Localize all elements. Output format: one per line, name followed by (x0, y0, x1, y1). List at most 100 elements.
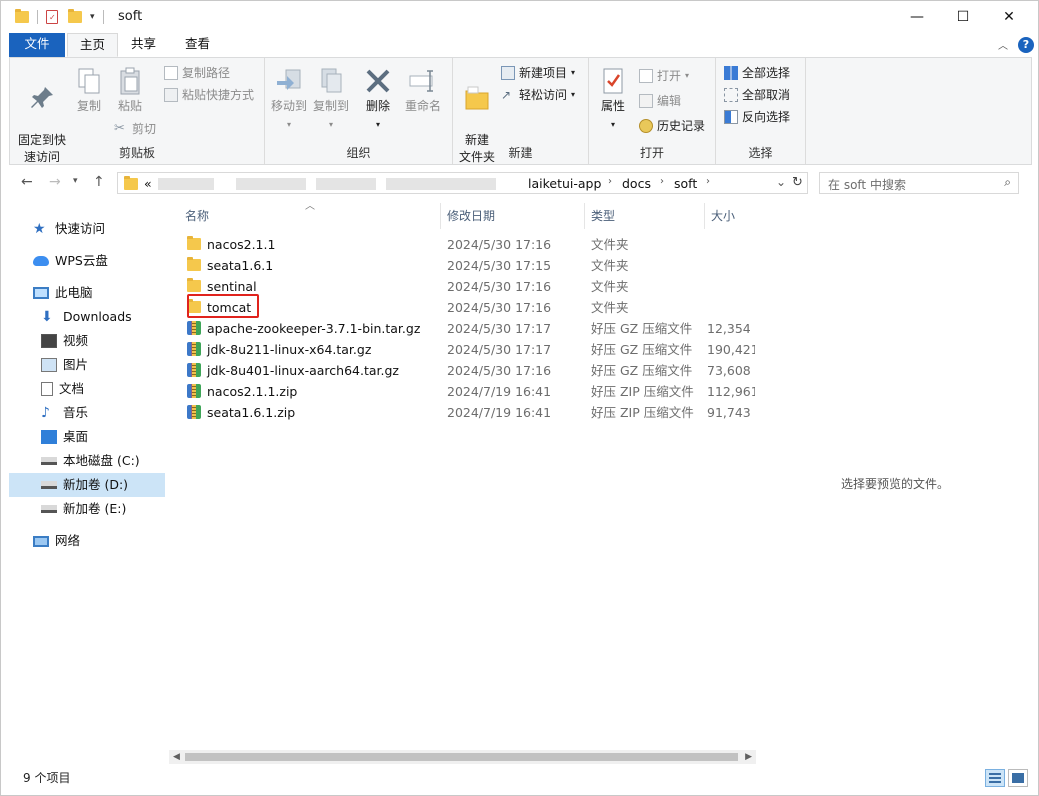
paste-button[interactable]: 粘贴 (110, 62, 150, 115)
close-button[interactable]: ✕ (986, 1, 1032, 32)
properties-icon[interactable]: ✓ (46, 10, 58, 24)
nav-network[interactable]: 网络 (33, 529, 80, 553)
tab-home[interactable]: 主页 (67, 33, 119, 57)
column-size[interactable]: 大小 (711, 205, 735, 227)
file-date: 2024/7/19 16:41 (447, 384, 552, 399)
nav-item[interactable]: 桌面 (41, 425, 88, 449)
properties-button[interactable]: 属性 ▾ (595, 62, 631, 133)
select-none-icon (724, 88, 738, 102)
scrollbar-thumb[interactable] (185, 753, 738, 761)
nav-item[interactable]: 新加卷 (E:) (41, 497, 126, 521)
file-type: 好压 GZ 压缩文件 (591, 321, 693, 336)
file-row[interactable]: nacos2.1.1 2024/5/30 17:16 文件夹 (183, 234, 755, 255)
file-row[interactable]: seata1.6.1.zip 2024/7/19 16:41 好压 ZIP 压缩文件… (183, 402, 755, 423)
nav-item-label: Downloads (63, 309, 132, 324)
open-button[interactable]: 打开 ▾ (639, 66, 689, 86)
copy-path-button[interactable]: 复制路径 (164, 63, 230, 83)
history-icon (639, 119, 653, 133)
file-row[interactable]: apache-zookeeper-3.7.1-bin.tar.gz 2024/5/… (183, 318, 755, 339)
minimize-button[interactable]: — (894, 1, 940, 32)
rename-button[interactable]: 重命名 (401, 62, 445, 115)
file-name: nacos2.1.1.zip (207, 384, 298, 399)
file-row[interactable]: tomcat 2024/5/30 17:16 文件夹 (183, 297, 755, 318)
file-row[interactable]: jdk-8u211-linux-x64.tar.gz 2024/5/30 17:1… (183, 339, 755, 360)
horizontal-scrollbar[interactable]: ◀ ▶ (169, 750, 756, 764)
nav-item-label: 本地磁盘 (C:) (63, 453, 140, 468)
up-arrow-icon[interactable]: ↑ (93, 174, 105, 190)
column-date[interactable]: 修改日期 (447, 205, 495, 227)
move-to-button[interactable]: 移动到 ▾ (269, 62, 309, 133)
collapse-ribbon-icon[interactable]: ︿ (998, 37, 1008, 52)
help-icon[interactable]: ? (1018, 37, 1034, 53)
nav-item[interactable]: 视频 (41, 329, 88, 353)
search-input[interactable]: 在 soft 中搜索 ⌕ (819, 172, 1019, 194)
new-item-button[interactable]: 新建项目 ▾ (501, 63, 575, 83)
customize-toolbar-icon[interactable]: ▾ (90, 12, 95, 22)
paste-shortcut-icon (164, 88, 178, 102)
history-button[interactable]: 历史记录 (639, 116, 705, 136)
network-icon (33, 535, 49, 547)
file-row[interactable]: seata1.6.1 2024/5/30 17:15 文件夹 (183, 255, 755, 276)
column-name[interactable]: 名称 (185, 205, 209, 227)
file-size: 12,354 (707, 321, 751, 336)
delete-icon (366, 69, 390, 93)
tab-file[interactable]: 文件 (9, 33, 65, 57)
large-icons-view-icon (1012, 773, 1024, 783)
file-row[interactable]: jdk-8u401-linux-aarch64.tar.gz 2024/5/30 … (183, 360, 755, 381)
copy-button[interactable]: 复制 (70, 62, 108, 115)
scroll-left-icon[interactable]: ◀ (173, 750, 180, 764)
nav-item[interactable]: 本地磁盘 (C:) (41, 449, 140, 473)
new-group-label: 新建 (508, 146, 533, 160)
nav-item[interactable]: 新加卷 (D:) (41, 473, 128, 497)
document-icon (41, 382, 53, 396)
edit-button[interactable]: 编辑 (639, 91, 681, 111)
nav-item[interactable]: ♪ 音乐 (41, 401, 88, 425)
invert-selection-button[interactable]: 反向选择 (724, 107, 790, 127)
easy-access-button[interactable]: ↗ 轻松访问 ▾ (501, 85, 575, 105)
nav-item-label: 新加卷 (D:) (63, 477, 129, 492)
file-row[interactable]: sentinal 2024/5/30 17:16 文件夹 (183, 276, 755, 297)
select-none-button[interactable]: 全部取消 (724, 85, 790, 105)
nav-item[interactable]: 图片 (41, 353, 88, 377)
tab-share[interactable]: 共享 (119, 33, 168, 57)
breadcrumb-laiketui-app[interactable]: laiketui-app (528, 176, 601, 191)
nav-quick-access[interactable]: ★ 快速访问 (33, 217, 105, 241)
breadcrumb-soft[interactable]: soft (674, 176, 697, 191)
nav-item[interactable]: ⬇ Downloads (41, 305, 132, 329)
select-all-button[interactable]: 全部选择 (724, 63, 790, 83)
nav-item[interactable]: 文档 (41, 377, 84, 401)
tab-view[interactable]: 查看 (173, 33, 222, 57)
address-bar[interactable]: « laiketui-app › docs › soft › ⌄ (117, 172, 793, 194)
copy-path-icon (164, 66, 178, 80)
cut-button[interactable]: ✂ 剪切 (114, 119, 156, 139)
paste-shortcut-button[interactable]: 粘贴快捷方式 (164, 85, 254, 105)
explorer-window: ✓ ▾ soft — ☐ ✕ 文件 主页 共享 查看 ︿ ? 固定到快 速访问 … (0, 0, 1039, 796)
cloud-icon (33, 256, 49, 266)
column-type[interactable]: 类型 (591, 205, 615, 227)
breadcrumb-overflow[interactable]: « (144, 176, 152, 191)
status-bar: 9 个项目 (1, 765, 1038, 795)
chevron-right-icon[interactable]: › (660, 176, 664, 187)
chevron-right-icon[interactable]: › (706, 176, 710, 187)
back-arrow-icon[interactable]: ← (21, 174, 33, 190)
delete-button[interactable]: 删除 ▾ (361, 62, 395, 133)
details-view-button[interactable] (985, 769, 1005, 787)
chevron-right-icon[interactable]: › (608, 176, 612, 187)
file-row[interactable]: nacos2.1.1.zip 2024/7/19 16:41 好压 ZIP 压缩文件… (183, 381, 755, 402)
refresh-icon: ↻ (792, 175, 803, 190)
new-folder-icon[interactable] (68, 9, 82, 23)
nav-this-pc[interactable]: 此电脑 (33, 281, 93, 305)
recent-locations-icon[interactable]: ▾ (73, 176, 78, 186)
maximize-button[interactable]: ☐ (940, 1, 986, 32)
large-icons-view-button[interactable] (1008, 769, 1028, 787)
nav-wps-cloud[interactable]: WPS云盘 (33, 249, 108, 273)
breadcrumb-docs[interactable]: docs (622, 176, 651, 191)
forward-arrow-icon[interactable]: → (49, 174, 61, 190)
file-size: 112,961 (707, 384, 755, 399)
chevron-down-icon[interactable]: ⌄ (776, 175, 786, 189)
copy-to-button[interactable]: 复制到 ▾ (311, 62, 351, 133)
refresh-button[interactable]: ↻ (788, 172, 808, 194)
scroll-right-icon[interactable]: ▶ (745, 750, 752, 764)
search-icon: ⌕ (1004, 175, 1011, 189)
sort-ascending-icon: ︿ (305, 201, 315, 212)
